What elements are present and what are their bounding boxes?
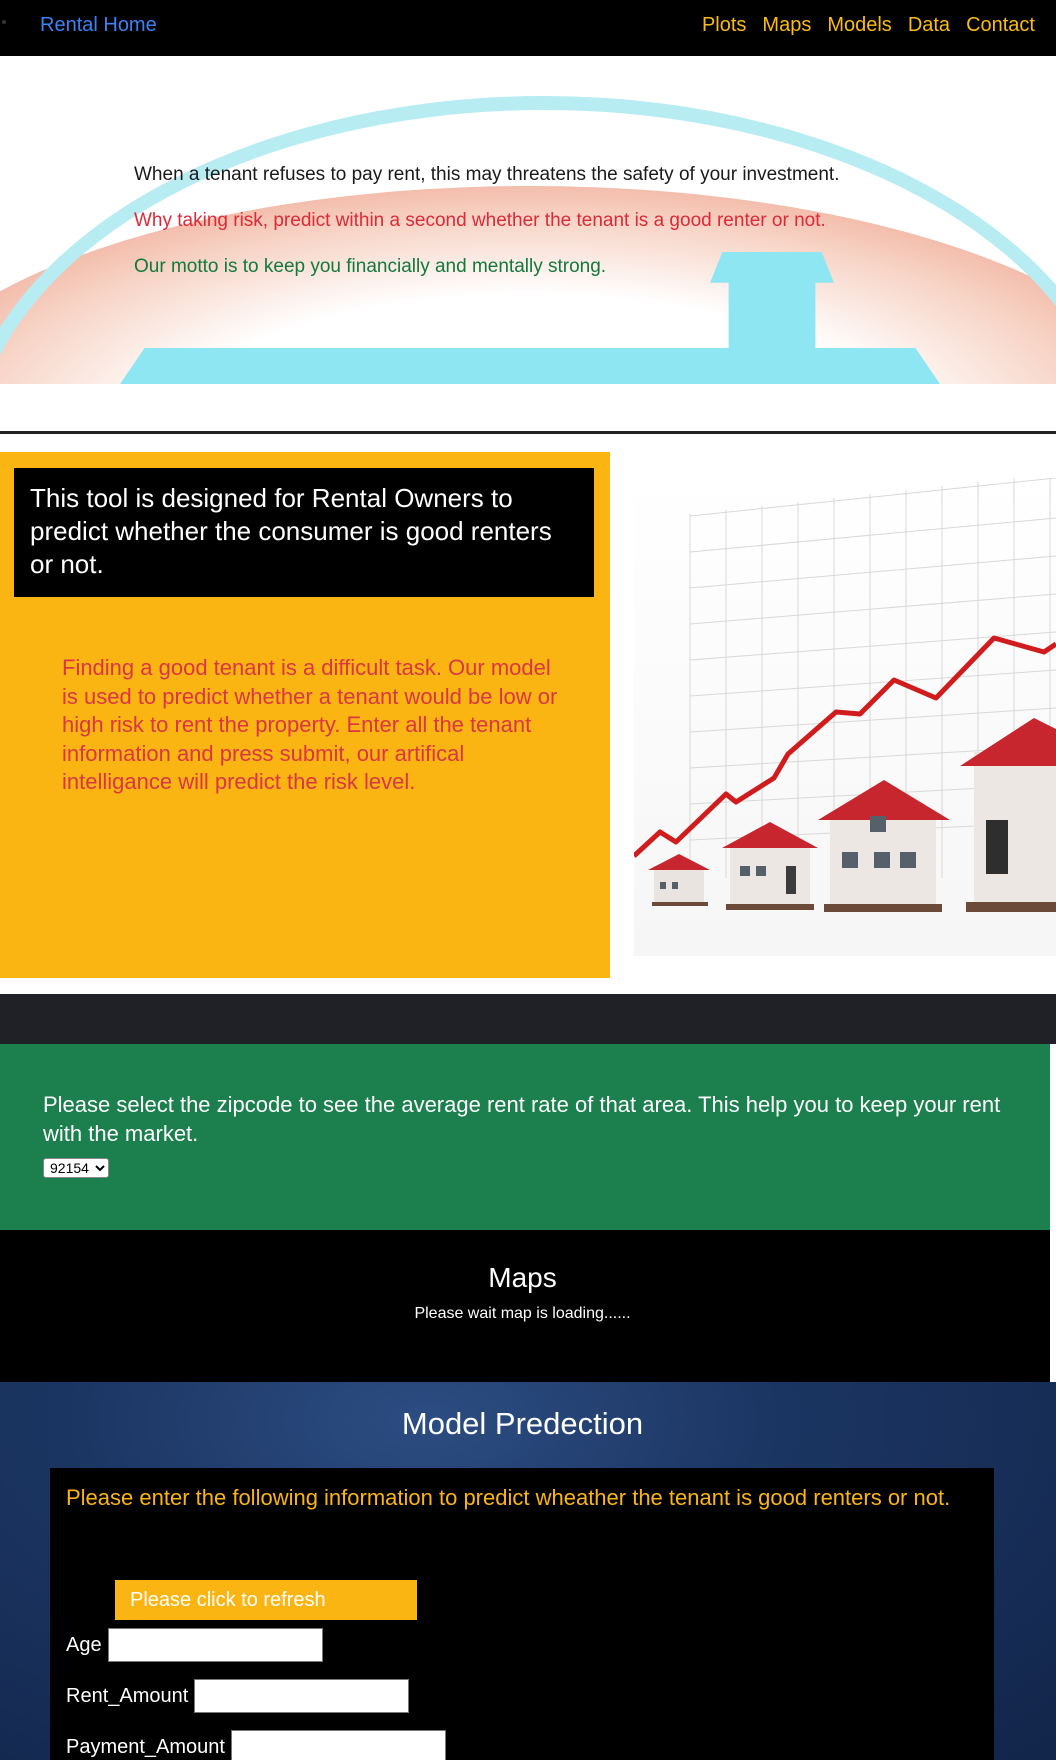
prediction-form-card: Please enter the following information t… — [50, 1468, 994, 1760]
payment-amount-label: Payment_Amount — [66, 1735, 225, 1758]
dark-separator-band — [0, 994, 1056, 1044]
rent-amount-label: Rent_Amount — [66, 1684, 189, 1707]
house-base-shape — [120, 348, 940, 384]
age-row: Age — [66, 1628, 323, 1662]
nav-link-maps[interactable]: Maps — [762, 14, 811, 37]
info-description: Finding a good tenant is a difficult tas… — [62, 655, 558, 794]
zipcode-instructions: Please select the zipcode to see the ave… — [43, 1092, 1001, 1146]
hero-banner: When a tenant refuses to pay rent, this … — [0, 56, 1056, 384]
houses-chart-graphic — [634, 478, 1056, 912]
map-loading-status: Please wait map is loading...... — [414, 1305, 631, 1322]
nav-link-models[interactable]: Models — [827, 14, 891, 37]
hero-text: When a tenant refuses to pay rent, this … — [134, 164, 994, 302]
nav-links: Plots Maps Models Data Contact — [702, 14, 1035, 37]
hero-line-motto: Our motto is to keep you financially and… — [134, 256, 607, 277]
model-title: Model Predection — [401, 1406, 644, 1441]
model-prediction-section: Model Predection Please enter the follow… — [0, 1382, 1056, 1760]
refresh-button[interactable]: Please click to refresh — [115, 1580, 417, 1620]
zipcode-panel: Please select the zipcode to see the ave… — [0, 1044, 1050, 1230]
rent-amount-input[interactable] — [194, 1679, 410, 1713]
payment-amount-row: Payment_Amount — [66, 1730, 446, 1760]
age-label: Age — [66, 1633, 102, 1656]
rising-houses-illustration — [634, 478, 1056, 956]
top-navbar: Rental Home Plots Maps Models Data Conta… — [0, 0, 1056, 56]
zipcode-select[interactable]: 92154 — [43, 1158, 109, 1178]
rent-amount-row: Rent_Amount — [66, 1679, 410, 1713]
section-divider — [0, 431, 1056, 434]
nav-link-contact[interactable]: Contact — [966, 14, 1035, 37]
nav-link-plots[interactable]: Plots — [702, 14, 746, 37]
hero-line-warning: When a tenant refuses to pay rent, this … — [134, 164, 840, 185]
payment-amount-input[interactable] — [230, 1730, 446, 1760]
prediction-intro: Please enter the following information t… — [66, 1485, 951, 1510]
nav-link-data[interactable]: Data — [908, 14, 950, 37]
hero-line-predict: Why taking risk, predict within a second… — [134, 210, 826, 231]
maps-section: Maps Please wait map is loading...... — [0, 1230, 1050, 1382]
maps-title: Maps — [488, 1262, 557, 1293]
brand-link[interactable]: Rental Home — [40, 14, 157, 37]
nav-bullet — [2, 20, 6, 24]
info-heading: This tool is designed for Rental Owners … — [14, 468, 594, 597]
age-input[interactable] — [107, 1628, 323, 1662]
info-panel: This tool is designed for Rental Owners … — [0, 452, 610, 978]
